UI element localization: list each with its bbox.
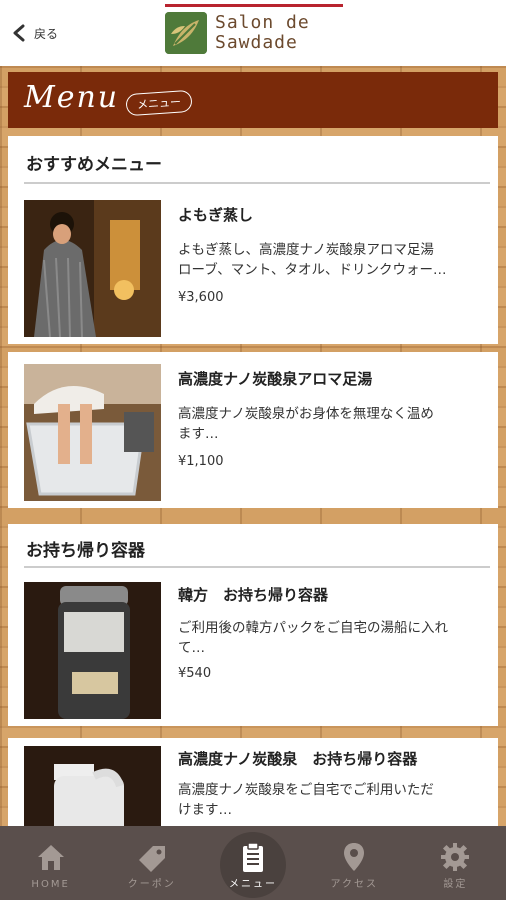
tab-settings[interactable]: 設定 — [405, 826, 506, 900]
clipboard-icon — [243, 842, 263, 872]
tab-home[interactable]: HOME — [0, 826, 101, 900]
menu-item-desc-line: ます… — [178, 426, 219, 442]
menu-item-photo — [24, 746, 161, 826]
menu-item-name: 韓方 お持ち帰り容器 — [178, 586, 329, 604]
menu-item-desc-line: けます… — [178, 802, 232, 818]
banner-title: Menu — [24, 80, 120, 115]
menu-banner: Menu メニュー — [8, 72, 498, 128]
menu-item-card[interactable]: よもぎ蒸し よもぎ蒸し、高濃度ナノ炭酸泉アロマ足湯 ローブ、マント、タオル、ドリ… — [8, 188, 498, 344]
menu-item-photo — [24, 364, 161, 501]
logo-line-2: Sawdade — [215, 32, 298, 53]
tab-label: HOME — [31, 879, 70, 890]
tab-label: メニュー — [229, 879, 277, 890]
menu-item-price: ¥540 — [178, 666, 212, 681]
gear-icon — [441, 843, 470, 871]
coupon-tag-icon — [138, 846, 165, 872]
menu-item-desc-line: よもぎ蒸し、高濃度ナノ炭酸泉アロマ足湯 — [178, 242, 434, 258]
tab-access[interactable]: アクセス — [304, 826, 405, 900]
section-divider — [24, 182, 490, 184]
tab-label: クーポン — [127, 879, 176, 890]
menu-item-price: ¥3,600 — [178, 290, 224, 305]
back-label: 戻る — [34, 26, 59, 41]
menu-item-card[interactable]: 高濃度ナノ炭酸泉 お持ち帰り容器 高濃度ナノ炭酸泉をご自宅でご利用いただ けます… — [8, 738, 498, 826]
back-button[interactable]: 戻る — [12, 18, 58, 48]
menu-item-photo — [24, 582, 161, 719]
menu-item-description: 高濃度ナノ炭酸泉をご自宅でご利用いただ けます… — [178, 780, 484, 820]
menu-item-description: 高濃度ナノ炭酸泉がお身体を無理なく温め ます… — [178, 404, 484, 444]
map-pin-icon — [344, 843, 365, 871]
app-header: 戻る Salon de Sawdade — [0, 0, 506, 67]
section-header-takeout: お持ち帰り容器 — [8, 524, 498, 574]
section-divider — [24, 566, 490, 568]
tab-menu[interactable]: メニュー — [202, 826, 303, 900]
menu-item-desc-line: 高濃度ナノ炭酸泉がお身体を無理なく温め — [178, 406, 434, 422]
menu-item-name: 高濃度ナノ炭酸泉 お持ち帰り容器 — [178, 750, 418, 768]
menu-item-desc-line: て… — [178, 640, 205, 656]
menu-item-name: よもぎ蒸し — [178, 206, 254, 224]
menu-item-description: よもぎ蒸し、高濃度ナノ炭酸泉アロマ足湯 ローブ、マント、タオル、ドリンクウォー… — [178, 240, 484, 280]
menu-item-card[interactable]: 韓方 お持ち帰り容器 ご利用後の韓方パックをご自宅の湯船に入れ て… ¥540 — [8, 574, 498, 726]
menu-item-description: ご利用後の韓方パックをご自宅の湯船に入れ て… — [178, 618, 484, 658]
menu-item-name: 高濃度ナノ炭酸泉アロマ足湯 — [178, 370, 373, 388]
menu-item-desc-line: ご利用後の韓方パックをご自宅の湯船に入れ — [178, 620, 448, 636]
section-title: お持ち帰り容器 — [26, 541, 145, 561]
logo-line-1: Salon de — [215, 12, 310, 33]
section-header-recommended: おすすめメニュー — [8, 136, 498, 188]
banner-subtitle: メニュー — [125, 89, 193, 117]
chevron-left-icon — [13, 24, 25, 42]
menu-item-photo — [24, 200, 161, 337]
menu-item-desc-line: 高濃度ナノ炭酸泉をご自宅でご利用いただ — [178, 782, 434, 798]
menu-item-desc-line: ローブ、マント、タオル、ドリンクウォー… — [178, 262, 447, 278]
salon-logo: Salon de Sawdade — [165, 12, 310, 54]
tab-label: 設定 — [443, 879, 468, 890]
tab-coupon[interactable]: クーポン — [101, 826, 202, 900]
section-title: おすすめメニュー — [26, 155, 162, 175]
tab-label: アクセス — [330, 879, 378, 890]
home-icon — [37, 845, 64, 870]
bottom-tab-bar: HOME クーポン メニュー アクセス 設定 — [0, 826, 506, 900]
menu-item-price: ¥1,100 — [178, 454, 224, 469]
menu-item-card[interactable]: 高濃度ナノ炭酸泉アロマ足湯 高濃度ナノ炭酸泉がお身体を無理なく温め ます… ¥1… — [8, 352, 498, 508]
leaf-logo-icon — [165, 12, 207, 54]
logo-accent-bar — [165, 4, 343, 7]
